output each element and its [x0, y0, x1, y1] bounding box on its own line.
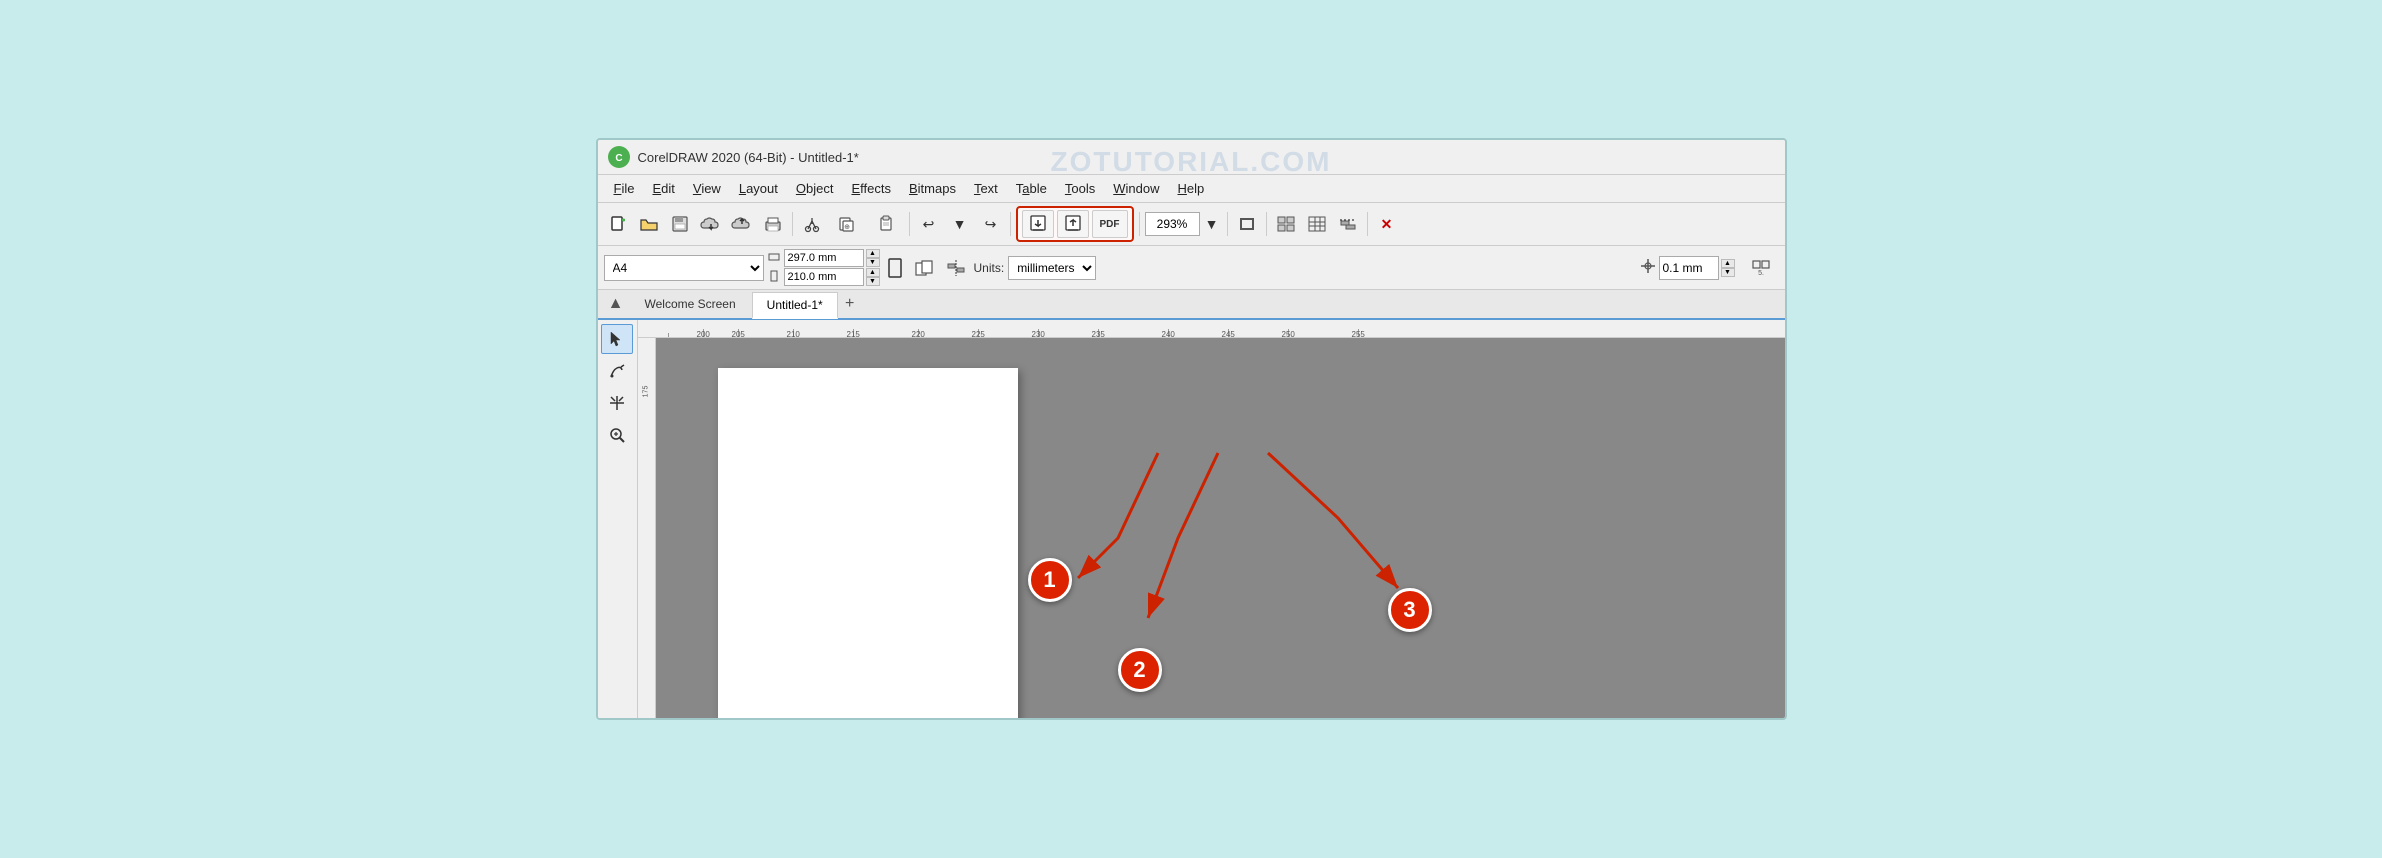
- svg-text:⊕: ⊕: [844, 224, 850, 231]
- grid-btn1[interactable]: [1272, 211, 1300, 237]
- import-export-pdf-group: PDF: [1016, 206, 1134, 242]
- menu-table[interactable]: Table: [1008, 178, 1055, 199]
- zoom-dropdown-button[interactable]: ▼: [1202, 211, 1222, 237]
- sep7: [1367, 212, 1368, 236]
- height-input-group: ▲ ▼: [768, 268, 880, 286]
- portrait-button[interactable]: [884, 255, 906, 281]
- main-area: 200 205 210 215: [598, 320, 1785, 718]
- app-window: ZOTUTORIAL.COM C CorelDRAW 2020 (64-Bit)…: [596, 138, 1787, 720]
- publish-pdf-button[interactable]: PDF: [1092, 210, 1128, 238]
- nudge-down-arrow[interactable]: ▼: [1721, 268, 1735, 277]
- menu-edit[interactable]: Edit: [644, 178, 682, 199]
- undo-button[interactable]: ↩: [915, 211, 943, 237]
- width-input-group: ▲ ▼: [768, 249, 880, 267]
- app-title: CorelDRAW 2020 (64-Bit) - Untitled-1*: [638, 150, 859, 165]
- grid-btn2[interactable]: [1303, 211, 1331, 237]
- height-up-arrow[interactable]: ▲: [866, 268, 880, 277]
- units-select[interactable]: millimeters inches pixels: [1008, 256, 1096, 280]
- cloud-sync-button[interactable]: [728, 211, 756, 237]
- vertical-ruler: 175: [638, 338, 656, 718]
- export-button[interactable]: [1057, 210, 1089, 238]
- menu-bar: File Edit View Layout Object Effects Bit…: [598, 175, 1785, 203]
- freehand-tool-button[interactable]: [601, 356, 633, 386]
- canvas-area: 200 205 210 215: [638, 320, 1785, 718]
- toolbox: [598, 320, 638, 718]
- horizontal-ruler: 200 205 210 215: [638, 320, 1785, 338]
- nudge-group: ▲ ▼: [1639, 256, 1735, 280]
- width-up-arrow[interactable]: ▲: [866, 249, 880, 258]
- zoom-tool-button[interactable]: [601, 420, 633, 450]
- copy-button[interactable]: ⊕: [829, 211, 865, 237]
- height-down-arrow[interactable]: ▼: [866, 277, 880, 286]
- save-button[interactable]: [666, 211, 694, 237]
- menu-object[interactable]: Object: [788, 178, 842, 199]
- transform-tool-button[interactable]: [601, 388, 633, 418]
- zoom-group: ▼: [1145, 211, 1222, 237]
- sep3: [1010, 212, 1011, 236]
- height-icon: [768, 270, 782, 285]
- page-dimensions-group: ▲ ▼ ▲ ▼: [768, 249, 880, 286]
- snap-xy-btn[interactable]: 5.: [1743, 255, 1779, 281]
- nudge-icon: [1639, 257, 1657, 278]
- import-button[interactable]: [1022, 210, 1054, 238]
- width-icon: [768, 251, 782, 266]
- undo-dropdown[interactable]: ▼: [946, 211, 974, 237]
- select-tool-button[interactable]: [601, 324, 633, 354]
- menu-file[interactable]: File: [606, 178, 643, 199]
- add-tab-button[interactable]: +: [839, 293, 861, 315]
- menu-tools[interactable]: Tools: [1057, 178, 1103, 199]
- toolbar1: ⊕ ↩ ▼ ↪: [598, 203, 1785, 246]
- sep2: [909, 212, 910, 236]
- cloud-save-button[interactable]: [697, 211, 725, 237]
- corel-logo: C: [608, 146, 630, 168]
- nudge-up-arrow[interactable]: ▲: [1721, 259, 1735, 268]
- nudge-arrows: ▲ ▼: [1721, 259, 1735, 277]
- document-canvas: [718, 368, 1018, 718]
- close-x-button[interactable]: ✕: [1373, 211, 1401, 237]
- menu-bitmaps[interactable]: Bitmaps: [901, 178, 964, 199]
- units-label: Units:: [974, 261, 1005, 275]
- duplicate-button[interactable]: [910, 255, 938, 281]
- align-dist-button[interactable]: [942, 255, 970, 281]
- width-arrows: ▲ ▼: [866, 249, 880, 267]
- new-doc-button[interactable]: [604, 211, 632, 237]
- menu-help[interactable]: Help: [1170, 178, 1213, 199]
- open-button[interactable]: [635, 211, 663, 237]
- align-button[interactable]: [1334, 211, 1362, 237]
- toolbar2: A4 A3 A5 Letter ▲ ▼: [598, 246, 1785, 290]
- sep4: [1139, 212, 1140, 236]
- full-screen-button[interactable]: [1233, 211, 1261, 237]
- tab-untitled1[interactable]: Untitled-1*: [752, 292, 838, 319]
- cut-button[interactable]: [798, 211, 826, 237]
- page-width-input[interactable]: [784, 249, 864, 267]
- title-bar: C CorelDRAW 2020 (64-Bit) - Untitled-1*: [598, 140, 1785, 175]
- redo-button[interactable]: ↪: [977, 211, 1005, 237]
- tabs-row: ▲ Welcome Screen Untitled-1* +: [598, 290, 1785, 320]
- menu-layout[interactable]: Layout: [731, 178, 786, 199]
- page-size-select[interactable]: A4 A3 A5 Letter: [604, 255, 764, 281]
- annotation-3: 3: [1388, 588, 1432, 632]
- print-button[interactable]: [759, 211, 787, 237]
- zoom-input[interactable]: [1145, 212, 1200, 236]
- sep1: [792, 212, 793, 236]
- svg-text:C: C: [615, 153, 622, 164]
- sep5: [1227, 212, 1228, 236]
- menu-view[interactable]: View: [685, 178, 729, 199]
- menu-window[interactable]: Window: [1105, 178, 1167, 199]
- annotation-2: 2: [1118, 648, 1162, 692]
- height-arrows: ▲ ▼: [866, 268, 880, 286]
- sep6: [1266, 212, 1267, 236]
- canvas-scroll[interactable]: 175 1 2: [638, 338, 1785, 718]
- paste-button[interactable]: [868, 211, 904, 237]
- nudge-input[interactable]: [1659, 256, 1719, 280]
- svg-text:5.: 5.: [1758, 270, 1764, 277]
- annotation-1: 1: [1028, 558, 1072, 602]
- menu-text[interactable]: Text: [966, 178, 1006, 199]
- tab-selector-icon[interactable]: ▲: [602, 290, 630, 318]
- width-down-arrow[interactable]: ▼: [866, 258, 880, 267]
- menu-effects[interactable]: Effects: [843, 178, 899, 199]
- page-height-input[interactable]: [784, 268, 864, 286]
- tab-welcome-screen[interactable]: Welcome Screen: [630, 291, 751, 317]
